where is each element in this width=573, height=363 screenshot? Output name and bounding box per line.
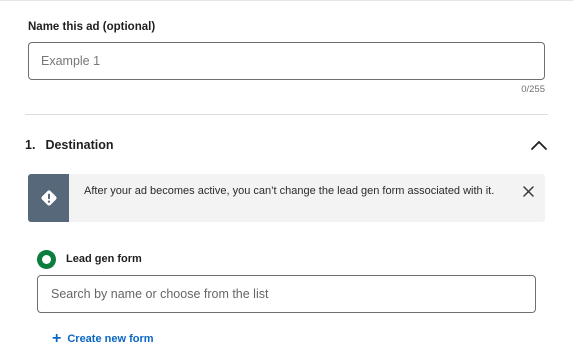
destination-title: 1. Destination xyxy=(25,138,114,152)
create-new-form-label: Create new form xyxy=(67,333,154,345)
lead-gen-form-radio[interactable] xyxy=(37,249,56,269)
section-divider xyxy=(25,114,548,115)
exclamation-diamond-icon xyxy=(40,190,57,206)
chevron-up-icon[interactable] xyxy=(530,139,548,151)
ad-name-char-count: 0/255 xyxy=(521,84,545,95)
lead-form-warning-alert: After your ad becomes active, you can’t … xyxy=(28,174,545,222)
create-new-form-link[interactable]: + Create new form xyxy=(52,331,154,347)
ad-name-input[interactable] xyxy=(28,42,545,80)
section-number: 1. xyxy=(25,138,36,152)
section-title-text: Destination xyxy=(45,138,114,152)
lead-gen-form-label: Lead gen form xyxy=(66,253,142,265)
plus-icon: + xyxy=(52,330,62,347)
top-divider xyxy=(0,0,573,1)
lead-form-search-input[interactable] xyxy=(37,275,536,313)
radio-selected-dot xyxy=(42,254,51,264)
lead-gen-form-option[interactable]: Lead gen form xyxy=(37,249,142,269)
alert-icon-container xyxy=(28,174,69,222)
alert-message: After your ad becomes active, you can’t … xyxy=(84,185,495,197)
destination-section-header[interactable]: 1. Destination xyxy=(25,134,548,156)
ad-name-label: Name this ad (optional) xyxy=(28,21,156,33)
close-icon xyxy=(522,185,534,197)
alert-close-button[interactable] xyxy=(521,184,535,198)
